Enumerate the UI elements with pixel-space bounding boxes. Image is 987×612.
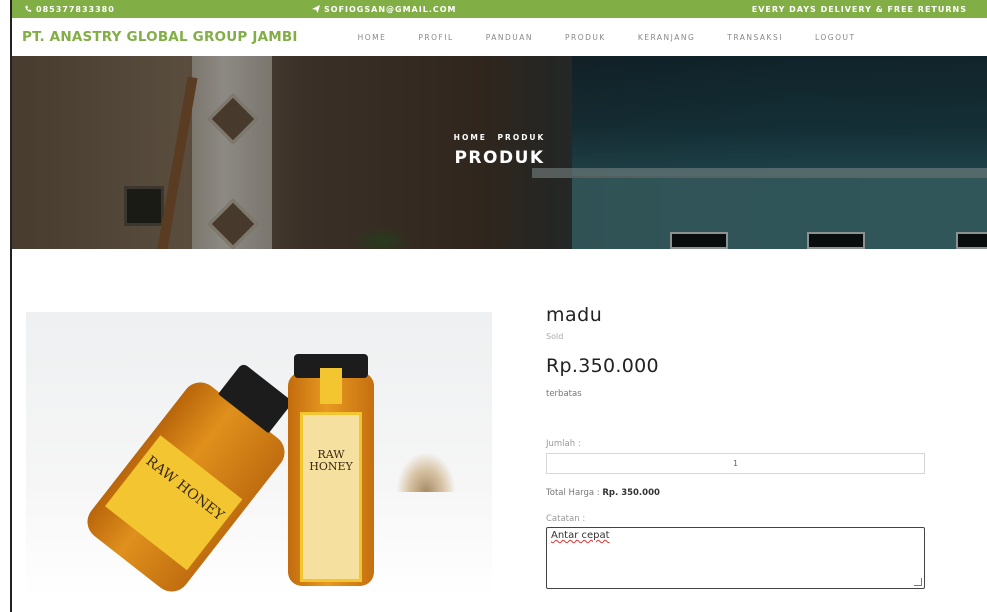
product-stock: terbatas — [546, 389, 582, 399]
total-price: Total Harga : Rp. 350.000 — [546, 488, 946, 498]
main-nav: HOME PROFIL PANDUAN PRODUK KERANJANG TRA… — [358, 33, 872, 42]
brand-logo[interactable]: PT. ANASTRY GLOBAL GROUP JAMBI — [22, 29, 298, 45]
page-frame: 085377833380 SOFIOGSAN@GMAIL.COM EVERY D… — [10, 0, 987, 612]
nav-produk[interactable]: PRODUK — [549, 33, 622, 42]
paper-plane-icon — [312, 5, 320, 13]
product-section: RAW HONEY RAW HONEY madu Sold Rp.350.000… — [12, 249, 987, 612]
honey-bottle-image: RAW HONEY — [80, 362, 294, 597]
product-status: Sold — [546, 332, 564, 341]
product-image: RAW HONEY RAW HONEY — [26, 312, 492, 597]
delivery-info: EVERY DAYS DELIVERY & FREE RETURNS — [751, 4, 967, 14]
phone-info: 085377833380 — [24, 5, 115, 14]
note-text: Antar cepat — [551, 530, 610, 541]
honey-bottle-image: RAW HONEY — [288, 354, 374, 586]
breadcrumb-produk: PRODUK — [497, 133, 546, 142]
nav-home[interactable]: HOME — [358, 33, 403, 42]
note-label: Catatan : — [546, 514, 586, 524]
phone-icon — [25, 5, 32, 12]
hero-banner: HOME PRODUK PRODUK — [12, 56, 987, 249]
note-textarea[interactable]: Antar cepat — [546, 527, 925, 589]
email-info: SOFIOGSAN@GMAIL.COM — [312, 5, 456, 14]
nav-keranjang[interactable]: KERANJANG — [622, 33, 711, 42]
nav-transaksi[interactable]: TRANSAKSI — [711, 33, 799, 42]
breadcrumb-home[interactable]: HOME — [454, 133, 487, 142]
page-title: PRODUK — [454, 148, 545, 168]
bottle-label: RAW HONEY — [300, 412, 362, 582]
image-backdrop — [396, 452, 456, 492]
navbar: PT. ANASTRY GLOBAL GROUP JAMBI HOME PROF… — [12, 18, 987, 56]
phone-number: 085377833380 — [36, 4, 115, 14]
product-name: madu — [546, 304, 603, 326]
email-address: SOFIOGSAN@GMAIL.COM — [324, 4, 457, 14]
top-info-bar: 085377833380 SOFIOGSAN@GMAIL.COM EVERY D… — [12, 0, 987, 18]
resize-grip-icon[interactable] — [914, 578, 922, 586]
total-price-value: Rp. 350.000 — [602, 488, 660, 498]
quantity-input[interactable]: 1 — [546, 453, 925, 474]
breadcrumb: HOME PRODUK — [12, 133, 987, 142]
bottle-label: RAW HONEY — [105, 435, 243, 571]
product-price: Rp.350.000 — [546, 355, 659, 377]
nav-panduan[interactable]: PANDUAN — [470, 33, 549, 42]
bottle-cap — [218, 362, 294, 434]
bottle-seal — [320, 368, 342, 404]
quantity-label: Jumlah : — [546, 439, 581, 449]
total-price-label: Total Harga : — [546, 488, 603, 498]
nav-profil[interactable]: PROFIL — [402, 33, 469, 42]
product-info: madu Sold Rp.350.000 terbatas Jumlah : 1… — [546, 304, 946, 589]
nav-logout[interactable]: LOGOUT — [799, 33, 872, 42]
